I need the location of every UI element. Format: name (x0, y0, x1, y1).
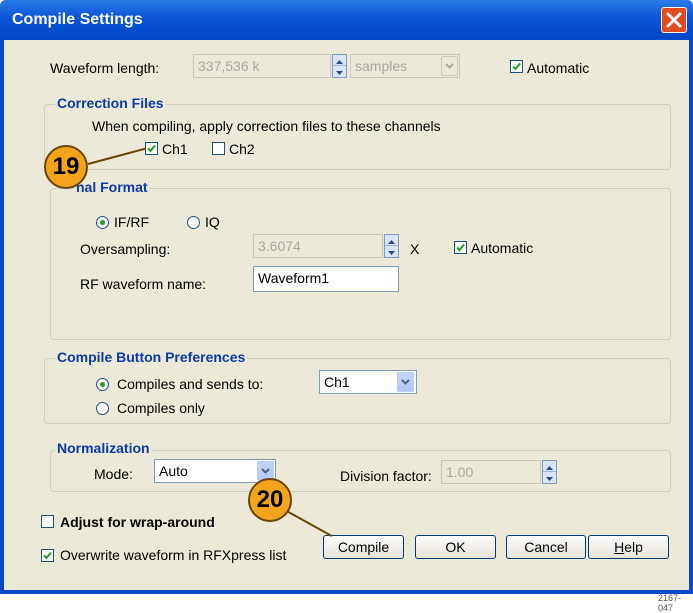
checkmark-icon (147, 144, 156, 153)
wrap-around-checkbox[interactable] (41, 515, 54, 528)
waveform-automatic-label: Automatic (527, 60, 590, 76)
signal-format-group (50, 188, 671, 340)
signal-format-legend: nal Format (74, 179, 150, 195)
spin-down-icon[interactable] (543, 472, 556, 483)
close-icon (666, 12, 682, 28)
correction-description: When compiling, apply correction files t… (92, 118, 441, 134)
help-accelerator: H (614, 539, 625, 555)
spin-up-icon[interactable] (333, 55, 346, 66)
oversampling-automatic-checkbox[interactable] (454, 241, 467, 254)
ok-button[interactable]: OK (415, 535, 496, 559)
ch1-label: Ch1 (162, 141, 188, 157)
overwrite-waveform-label: Overwrite waveform in RFXpress list (60, 547, 287, 563)
oversampling-field[interactable]: 3.6074 (253, 234, 383, 258)
compiles-only-radio[interactable] (96, 402, 109, 415)
ch2-label: Ch2 (229, 141, 255, 157)
compile-target-dropdown-button[interactable] (397, 372, 414, 392)
close-button[interactable] (661, 7, 687, 33)
compile-button[interactable]: Compile (323, 535, 404, 559)
normalization-legend: Normalization (55, 440, 152, 456)
waveform-length-field[interactable]: 337,536 k (193, 54, 331, 78)
oversampling-automatic-label: Automatic (471, 240, 534, 256)
ch1-checkbox[interactable] (145, 142, 158, 155)
callout-20: 20 (248, 478, 292, 522)
compiles-only-label: Compiles only (117, 400, 205, 416)
help-button[interactable]: Help (588, 535, 669, 559)
oversampling-x-label: X (410, 241, 420, 257)
rf-waveform-name-input[interactable]: Waveform1 (253, 266, 399, 292)
ch2-checkbox[interactable] (212, 142, 225, 155)
cancel-button[interactable]: Cancel (506, 535, 586, 559)
oversampling-label: Oversampling: (80, 241, 171, 257)
compile-settings-dialog: Compile Settings Waveform length: 337,53… (0, 0, 693, 594)
overwrite-waveform-checkbox[interactable] (41, 549, 54, 562)
waveform-unit-value: samples (355, 58, 408, 74)
oversampling-spinner[interactable] (384, 234, 399, 258)
wrap-around-label: Adjust for wrap-around (60, 514, 215, 530)
waveform-length-spinner[interactable] (332, 54, 347, 78)
compiles-and-sends-radio[interactable] (96, 378, 109, 391)
division-factor-field[interactable]: 1.00 (441, 460, 541, 484)
callout-19: 19 (44, 145, 88, 189)
chevron-down-icon (445, 63, 454, 69)
ifrf-radio[interactable] (96, 216, 109, 229)
compiles-and-sends-label: Compiles and sends to: (117, 376, 264, 392)
division-factor-label: Division factor: (340, 468, 432, 484)
checkmark-icon (43, 551, 52, 560)
spin-up-icon[interactable] (385, 235, 398, 246)
iq-radio[interactable] (187, 216, 200, 229)
compile-preferences-legend: Compile Button Preferences (55, 349, 248, 365)
waveform-length-label: Waveform length: (50, 60, 160, 76)
spin-down-icon[interactable] (385, 246, 398, 257)
spin-up-icon[interactable] (543, 461, 556, 472)
division-factor-spinner[interactable] (542, 460, 557, 484)
checkmark-icon (512, 62, 521, 71)
checkmark-icon (456, 243, 465, 252)
correction-files-legend: Correction Files (55, 95, 166, 111)
spin-down-icon[interactable] (333, 66, 346, 77)
waveform-unit-dropdown-button[interactable] (441, 56, 458, 76)
dialog-body: Waveform length: 337,536 k samples Autom… (4, 40, 689, 590)
window-title: Compile Settings (12, 11, 143, 28)
compile-target-value: Ch1 (324, 374, 350, 390)
mode-label: Mode: (94, 466, 133, 482)
iq-label: IQ (205, 214, 220, 230)
figure-reference: 2167-047 (658, 593, 682, 613)
correction-files-group (44, 104, 671, 170)
ifrf-label: IF/RF (114, 214, 149, 230)
waveform-automatic-checkbox[interactable] (510, 60, 523, 73)
rf-waveform-name-label: RF waveform name: (80, 276, 207, 292)
mode-value: Auto (159, 463, 188, 479)
chevron-down-icon (401, 379, 410, 385)
title-bar: Compile Settings (0, 0, 693, 40)
help-label-rest: elp (624, 539, 643, 555)
